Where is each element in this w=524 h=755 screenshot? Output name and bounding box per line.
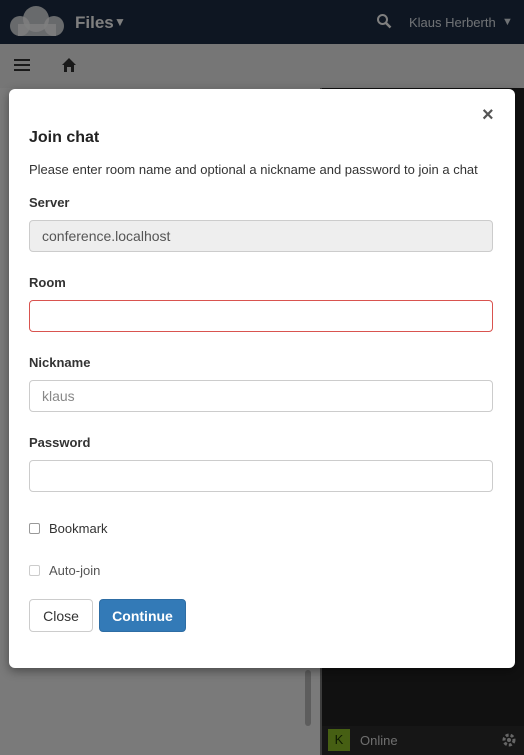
password-field[interactable] [29, 460, 493, 492]
autojoin-label: Auto-join [49, 563, 101, 578]
nickname-label: Nickname [29, 355, 91, 370]
dialog-title: Join chat [29, 129, 100, 146]
continue-button[interactable]: Continue [99, 599, 186, 632]
bookmark-option[interactable]: Bookmark [29, 521, 108, 536]
nickname-field[interactable] [29, 380, 493, 412]
room-label: Room [29, 275, 66, 290]
bookmark-checkbox[interactable] [29, 523, 40, 534]
dialog-description: Please enter room name and optional a ni… [29, 162, 478, 177]
join-chat-dialog: × Join chat Please enter room name and o… [9, 89, 515, 668]
close-button[interactable]: Close [29, 599, 93, 632]
autojoin-option: Auto-join [29, 563, 100, 578]
server-field[interactable] [29, 220, 493, 252]
server-label: Server [29, 195, 70, 210]
room-field[interactable] [29, 300, 493, 332]
bookmark-label: Bookmark [49, 521, 108, 536]
password-label: Password [29, 435, 91, 450]
autojoin-checkbox[interactable] [29, 565, 40, 576]
close-icon[interactable]: × [482, 104, 494, 127]
